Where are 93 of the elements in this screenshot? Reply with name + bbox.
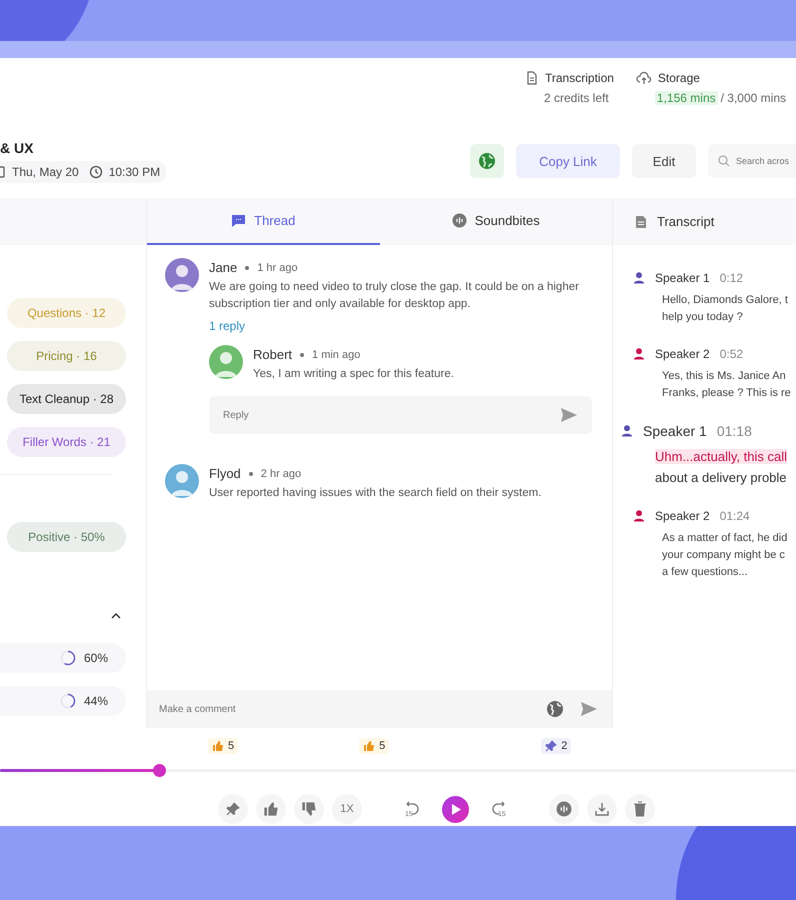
- transcript-entry[interactable]: Speaker 1 01:18 Uhm...actually, this call about a delivery proble: [613, 423, 796, 488]
- thumbs-up-icon: [263, 801, 279, 817]
- transcript-line: Hello, Diamonds Galore, t: [662, 294, 788, 306]
- transcript-line: a few questions...: [662, 566, 748, 578]
- search-icon: [718, 155, 730, 167]
- send-icon[interactable]: [560, 407, 578, 423]
- timestamp: 01:24: [720, 509, 750, 523]
- transcript-entry[interactable]: Speaker 1 0:12 Hello, Diamonds Galore, t help you today ?: [613, 271, 796, 326]
- reaction-marker[interactable]: 5: [359, 738, 390, 754]
- play-button[interactable]: [442, 796, 469, 822]
- download-icon: [594, 801, 610, 817]
- globe-icon[interactable]: [546, 700, 564, 718]
- reaction-marker[interactable]: 5: [208, 738, 238, 754]
- clock-icon: [88, 165, 103, 179]
- document-icon: [525, 71, 539, 85]
- separator-dot: [248, 472, 253, 476]
- share-public-button[interactable]: [470, 144, 504, 178]
- copy-link-button[interactable]: Copy Link: [516, 144, 620, 178]
- thumbs-up-icon: [363, 740, 376, 752]
- chat-icon: [231, 213, 246, 228]
- transcript-title: Transcript: [657, 214, 714, 229]
- send-icon[interactable]: [580, 701, 598, 717]
- search-field[interactable]: Search acros: [708, 144, 796, 178]
- reply-field[interactable]: Reply: [209, 396, 592, 434]
- transcript-entry[interactable]: Speaker 2 01:24 As a matter of fact, he did your company might be c a few questions...: [613, 509, 796, 581]
- globe-icon: [478, 152, 496, 170]
- thumbs-down-icon: [301, 801, 317, 817]
- transcript-line: Franks, please ? This is re: [662, 387, 791, 399]
- pin-icon: [226, 802, 240, 816]
- cloud-upload-icon: [636, 71, 652, 85]
- timestamp: 0:52: [720, 347, 744, 361]
- meeting-time: 10:30 PM: [108, 165, 160, 179]
- like-button[interactable]: [256, 794, 286, 824]
- credit-label: Storage: [658, 71, 700, 85]
- document-icon: [635, 214, 647, 228]
- speaker-name: Speaker 1: [655, 271, 710, 285]
- slider-thumb[interactable]: [153, 764, 166, 777]
- thumbs-up-icon: [212, 740, 224, 752]
- replies-link[interactable]: 1 reply: [209, 319, 592, 333]
- topic-row[interactable]: 60%: [0, 643, 126, 673]
- pin-icon: [545, 740, 558, 752]
- play-icon: [450, 804, 460, 814]
- progress-ring: [60, 650, 76, 666]
- credit-label: Transcription: [545, 71, 614, 85]
- topic-percent: 44%: [84, 694, 108, 708]
- tag-chip[interactable]: Text Cleanup · 28: [7, 384, 126, 414]
- separator-dot: [300, 352, 304, 356]
- topic-percent: 60%: [84, 651, 108, 665]
- soundbite-button[interactable]: [549, 794, 579, 824]
- trash-icon: [633, 801, 647, 817]
- pin-button[interactable]: [218, 794, 248, 824]
- comment-author: Robert: [253, 347, 292, 362]
- reaction-marker[interactable]: 2: [541, 738, 572, 754]
- speed-button[interactable]: 1X: [332, 794, 362, 824]
- comment-text: User reported having issues with the search field on their system.: [209, 486, 542, 501]
- soundbite-icon: [452, 213, 467, 228]
- meeting-date: Thu, May 20: [12, 165, 79, 179]
- timestamp: 0:12: [720, 271, 744, 285]
- topic-row[interactable]: 44%: [0, 686, 126, 716]
- transcript-line: help you today ?: [662, 311, 743, 323]
- sentiment-chip: Positive · 50%: [7, 522, 126, 552]
- comment-time: 1 min ago: [312, 348, 360, 360]
- storage-used: 1,156 mins: [654, 91, 718, 105]
- delete-button[interactable]: [625, 794, 655, 824]
- separator-dot: [245, 266, 250, 270]
- comment-text: We are going to need video to truly close the gap. It could be on a higher subscription tier and only available for desktop app.: [209, 280, 580, 312]
- transcript-line: As a matter of fact, he did: [662, 532, 788, 544]
- transcript-line: your company might be c: [662, 549, 785, 561]
- comment-text: Yes, I am writing a spec for this feature.: [253, 367, 455, 382]
- comment-time: 1 hr ago: [257, 262, 298, 274]
- meeting-title: & UX: [0, 140, 34, 156]
- tab[interactable]: Thread: [147, 198, 380, 245]
- download-button[interactable]: [587, 794, 617, 824]
- timestamp: 01:18: [716, 423, 752, 439]
- chevron-up-icon[interactable]: [111, 612, 121, 619]
- progress-ring: [60, 693, 76, 709]
- tag-chip[interactable]: Filler Words · 21: [7, 427, 126, 457]
- comment-time: 2 hr ago: [260, 468, 302, 480]
- storage-total: / 3,000 mins: [720, 91, 786, 105]
- speaker-name: Speaker 2: [655, 347, 710, 361]
- soundbite-icon: [556, 801, 572, 817]
- comment-author: Flyod: [209, 466, 241, 481]
- dislike-button[interactable]: [294, 794, 324, 824]
- credit-detail: 2 credits left: [544, 91, 609, 105]
- tab[interactable]: Soundbites: [380, 198, 612, 245]
- edit-button[interactable]: Edit: [632, 144, 696, 178]
- transcript-line: about a delivery proble: [655, 470, 787, 485]
- speaker-name: Speaker 2: [655, 509, 710, 523]
- comment-author: Jane: [209, 260, 238, 275]
- transcript-entry[interactable]: Speaker 2 0:52 Yes, this is Ms. Janice An Franks, please ? This is re: [613, 347, 796, 402]
- speaker-name: Speaker 1: [643, 423, 707, 439]
- comment-field[interactable]: Make a comment: [147, 690, 612, 728]
- transcript-line: Yes, this is Ms. Janice An: [662, 370, 786, 382]
